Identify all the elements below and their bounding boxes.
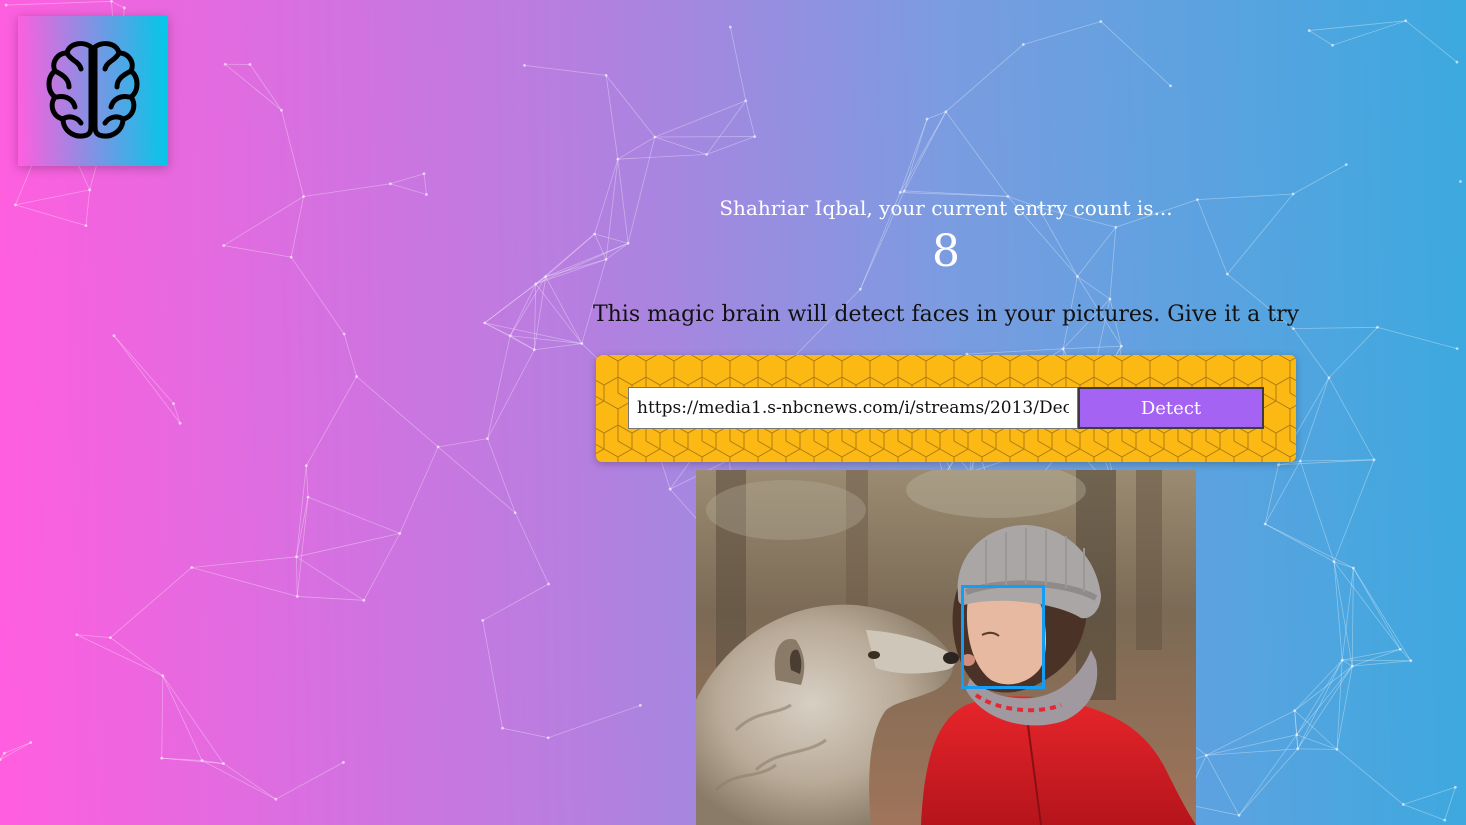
face-detection-result	[696, 470, 1196, 825]
image-link-form: Detect	[596, 355, 1296, 462]
entry-count: 8	[932, 226, 960, 277]
logo[interactable]	[18, 16, 168, 166]
brain-icon	[46, 41, 140, 139]
detect-button[interactable]: Detect	[1078, 387, 1264, 429]
entry-greeting: Shahriar Iqbal, your current entry count…	[719, 196, 1173, 220]
face-bounding-box	[961, 585, 1045, 689]
input-photo	[696, 470, 1196, 825]
image-url-input[interactable]	[628, 387, 1078, 429]
page-tagline: This magic brain will detect faces in yo…	[592, 302, 1300, 327]
